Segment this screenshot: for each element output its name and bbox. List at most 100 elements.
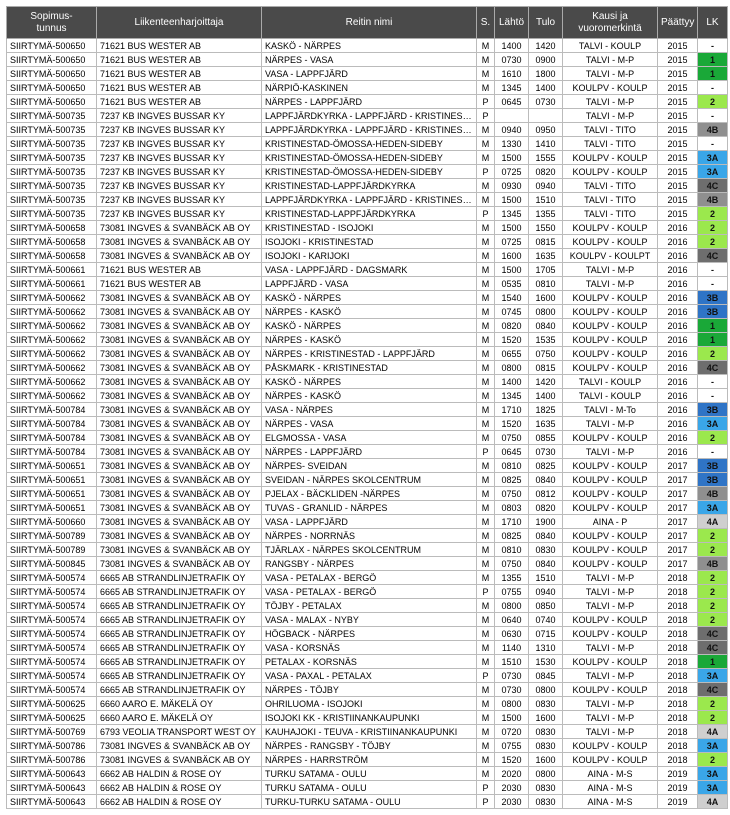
cell: 7237 KB INGVES BUSSAR KY	[97, 193, 262, 207]
table-row: SIIRTYMÄ-50065071621 BUS WESTER ABNÄRPES…	[7, 95, 728, 109]
cell: 1510	[529, 571, 563, 585]
cell: 2	[698, 431, 728, 445]
cell: 0825	[495, 529, 529, 543]
cell: 2	[698, 753, 728, 767]
cell: 2018	[658, 641, 698, 655]
cell: TURKU SATAMA - OULU	[262, 767, 477, 781]
cell: 1400	[495, 39, 529, 53]
cell: M	[477, 599, 495, 613]
table-row: SIIRTYMÄ-50084573081 INGVES & SVANBÄCK A…	[7, 557, 728, 571]
cell: SIIRTYMÄ-500784	[7, 431, 97, 445]
cell: SIIRTYMÄ-500660	[7, 515, 97, 529]
cell: 0725	[495, 165, 529, 179]
cell: 6665 AB STRANDLINJETRAFIK OY	[97, 613, 262, 627]
cell: 0640	[495, 613, 529, 627]
cell: 2	[698, 571, 728, 585]
cell: KOULPV - KOULP	[563, 361, 658, 375]
cell: 6665 AB STRANDLINJETRAFIK OY	[97, 627, 262, 641]
table-row: SIIRTYMÄ-50078473081 INGVES & SVANBÄCK A…	[7, 417, 728, 431]
cell: M	[477, 403, 495, 417]
cell: M	[477, 235, 495, 249]
cell: SIIRTYMÄ-500643	[7, 767, 97, 781]
col-lk: LK	[698, 7, 728, 39]
cell: 3B	[698, 473, 728, 487]
col-paattyy: Päättyy	[658, 7, 698, 39]
table-row: SIIRTYMÄ-50078673081 INGVES & SVANBÄCK A…	[7, 753, 728, 767]
cell: M	[477, 179, 495, 193]
cell: NÄRPES - RANGSBY - TÖJBY	[262, 739, 477, 753]
table-row: SIIRTYMÄ-50066273081 INGVES & SVANBÄCK A…	[7, 333, 728, 347]
cell: 73081 INGVES & SVANBÄCK AB OY	[97, 319, 262, 333]
table-row: SIIRTYMÄ-5005746665 AB STRANDLINJETRAFIK…	[7, 585, 728, 599]
col-tulo: Tulo	[529, 7, 563, 39]
table-row: SIIRTYMÄ-5006436662 AB HALDIN & ROSE OYT…	[7, 781, 728, 795]
cell: SIIRTYMÄ-500735	[7, 193, 97, 207]
cell: SIIRTYMÄ-500662	[7, 291, 97, 305]
cell: 2015	[658, 207, 698, 221]
cell: TALVI - TITO	[563, 123, 658, 137]
table-row: SIIRTYMÄ-50065873081 INGVES & SVANBÄCK A…	[7, 221, 728, 235]
cell: 2016	[658, 221, 698, 235]
cell: M	[477, 193, 495, 207]
table-row: SIIRTYMÄ-5006436662 AB HALDIN & ROSE OYT…	[7, 767, 728, 781]
cell: 1355	[495, 571, 529, 585]
cell: 2016	[658, 235, 698, 249]
cell: SIIRTYMÄ-500574	[7, 641, 97, 655]
cell: 73081 INGVES & SVANBÄCK AB OY	[97, 249, 262, 263]
cell: M	[477, 697, 495, 711]
cell: KOULPV - KOULPT	[563, 249, 658, 263]
table-row: SIIRTYMÄ-50066073081 INGVES & SVANBÄCK A…	[7, 515, 728, 529]
cell: VASA - PETALAX - BERGÖ	[262, 585, 477, 599]
cell: 73081 INGVES & SVANBÄCK AB OY	[97, 403, 262, 417]
cell: 0755	[495, 585, 529, 599]
cell: M	[477, 221, 495, 235]
cell: M	[477, 571, 495, 585]
cell: 2018	[658, 669, 698, 683]
cell: P	[477, 669, 495, 683]
table-row: SIIRTYMÄ-50065071621 BUS WESTER ABNÄRPES…	[7, 53, 728, 67]
cell: 1	[698, 319, 728, 333]
cell: LAPPFJÄRDKYRKA - LAPPFJÄRD - KRISTINESTA…	[262, 193, 477, 207]
cell: 1355	[529, 207, 563, 221]
cell: 4C	[698, 683, 728, 697]
cell: SIIRTYMÄ-500845	[7, 557, 97, 571]
table-row: SIIRTYMÄ-5007357237 KB INGVES BUSSAR KYL…	[7, 123, 728, 137]
cell: 2016	[658, 361, 698, 375]
cell: 2018	[658, 655, 698, 669]
table-row: SIIRTYMÄ-50065873081 INGVES & SVANBÄCK A…	[7, 249, 728, 263]
table-row: SIIRTYMÄ-50065173081 INGVES & SVANBÄCK A…	[7, 501, 728, 515]
cell: 3B	[698, 291, 728, 305]
cell: NÄRPES - TÖJBY	[262, 683, 477, 697]
cell: SIIRTYMÄ-500650	[7, 95, 97, 109]
cell: 0830	[529, 795, 563, 809]
cell: TALVI - M-P	[563, 67, 658, 81]
cell: -	[698, 137, 728, 151]
cell: 6665 AB STRANDLINJETRAFIK OY	[97, 599, 262, 613]
cell: KOULPV - KOULP	[563, 151, 658, 165]
cell: SIIRTYMÄ-500650	[7, 53, 97, 67]
cell: KASKÖ - NÄRPES	[262, 319, 477, 333]
cell: P	[477, 165, 495, 179]
cell: VASA - NÄRPES	[262, 403, 477, 417]
cell: ELGMOSSA - VASA	[262, 431, 477, 445]
col-reitti: Reitin nimi	[262, 7, 477, 39]
cell: 2015	[658, 95, 698, 109]
cell: LAPPFJÄRDKYRKA - LAPPFJÄRD - KRISTINESTA…	[262, 109, 477, 123]
cell: 2016	[658, 291, 698, 305]
cell: ISOJOKI KK - KRISTIINANKAUPUNKI	[262, 711, 477, 725]
table-row: SIIRTYMÄ-50066273081 INGVES & SVANBÄCK A…	[7, 347, 728, 361]
cell: 4A	[698, 725, 728, 739]
cell: TALVI - M-P	[563, 711, 658, 725]
cell: 7237 KB INGVES BUSSAR KY	[97, 137, 262, 151]
cell: 2016	[658, 319, 698, 333]
cell: NÄRPES - VASA	[262, 417, 477, 431]
cell: 6665 AB STRANDLINJETRAFIK OY	[97, 585, 262, 599]
cell: SIIRTYMÄ-500735	[7, 207, 97, 221]
cell: SIIRTYMÄ-500574	[7, 669, 97, 683]
cell: KRISTINESTAD-ÖMOSSA-HEDEN-SIDEBY	[262, 165, 477, 179]
cell: M	[477, 263, 495, 277]
cell: 1600	[529, 291, 563, 305]
cell: 2	[698, 711, 728, 725]
cell: -	[698, 81, 728, 95]
col-kausi: Kausi javuoromerkintä	[563, 7, 658, 39]
